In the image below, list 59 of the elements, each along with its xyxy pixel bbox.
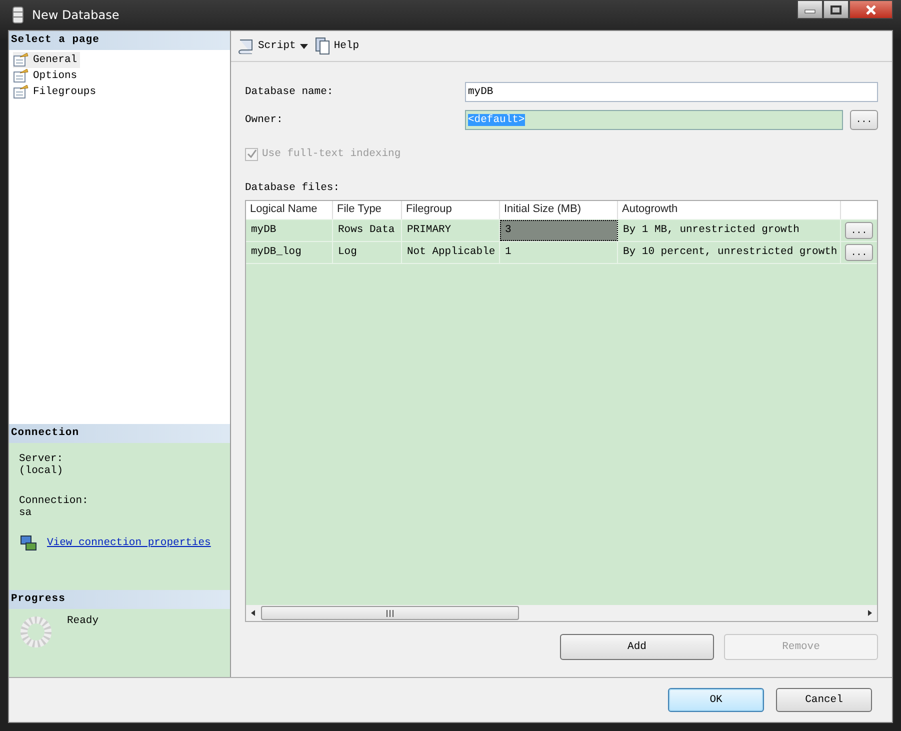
field-label: Owner: (245, 114, 284, 126)
script-button[interactable]: Script (237, 38, 309, 54)
page-item[interactable]: Filegroups (13, 84, 100, 100)
field-label: Database name: (245, 86, 334, 98)
table-cell: 1 (500, 242, 618, 263)
ok-button[interactable]: OK (668, 688, 764, 712)
grip-icon (386, 610, 394, 616)
connection-properties-link[interactable]: View connection properties (47, 537, 211, 549)
table-cell: By 1 MB, unrestricted growth (618, 220, 841, 241)
files-label: Database files: (245, 182, 341, 194)
table-cell: Rows Data (333, 220, 402, 241)
maximize-button[interactable] (823, 0, 849, 19)
close-icon (865, 4, 877, 14)
browse-button[interactable]: ... (850, 110, 878, 130)
progress-ring-icon (19, 615, 53, 649)
column-header[interactable]: Initial Size (MB) (500, 201, 618, 219)
table-cell: Not Applicable (402, 242, 500, 263)
column-header[interactable]: File Type (333, 201, 402, 219)
minimize-button[interactable] (797, 0, 823, 19)
column-header[interactable]: Logical Name (246, 201, 333, 219)
table-cell: Log (333, 242, 402, 263)
add-button[interactable]: Add (560, 634, 714, 660)
caret-icon (298, 41, 309, 51)
panel-header: Connection (9, 424, 230, 443)
database-icon (12, 6, 24, 24)
autogrowth-button[interactable]: ... (845, 244, 873, 261)
connection-label: Connection: (19, 495, 90, 507)
table-cell: By 10 percent, unrestricted growth (618, 242, 841, 263)
cancel-button[interactable]: Cancel (776, 688, 872, 712)
connection-value: sa (19, 507, 33, 519)
checkmark-icon (246, 149, 256, 159)
page-item[interactable]: General (13, 52, 80, 68)
page-icon (13, 53, 29, 67)
right-arrow-icon (866, 609, 874, 617)
panel-header: Progress (9, 590, 230, 609)
column-header[interactable]: Filegroup (402, 201, 500, 219)
maximize-icon (830, 4, 842, 14)
table-cell: 3 (500, 220, 618, 241)
table-cell: myDB (246, 220, 333, 241)
window-title: New Database (32, 8, 120, 22)
server-value: (local) (19, 465, 64, 477)
page-icon (13, 85, 29, 99)
scroll-icon (237, 38, 255, 54)
left-arrow-icon (249, 609, 257, 617)
page-icon (13, 69, 29, 83)
panel-header: Select a page (9, 31, 230, 50)
column-header[interactable]: Autogrowth (618, 201, 841, 219)
document-icon (314, 37, 331, 55)
network-computer-icon (19, 535, 37, 551)
autogrowth-button[interactable]: ... (845, 222, 873, 239)
help-button[interactable]: Help (314, 37, 360, 55)
progress-status: Ready (67, 615, 99, 627)
server-label: Server: (19, 453, 64, 465)
close-button[interactable] (849, 0, 893, 19)
horizontal-scrollbar[interactable] (246, 605, 877, 621)
table-cell: myDB_log (246, 242, 333, 263)
page-item[interactable]: Options (13, 68, 80, 84)
database-name-field[interactable]: myDB (465, 82, 878, 102)
checkbox-label: Use full-text indexing (262, 148, 401, 160)
